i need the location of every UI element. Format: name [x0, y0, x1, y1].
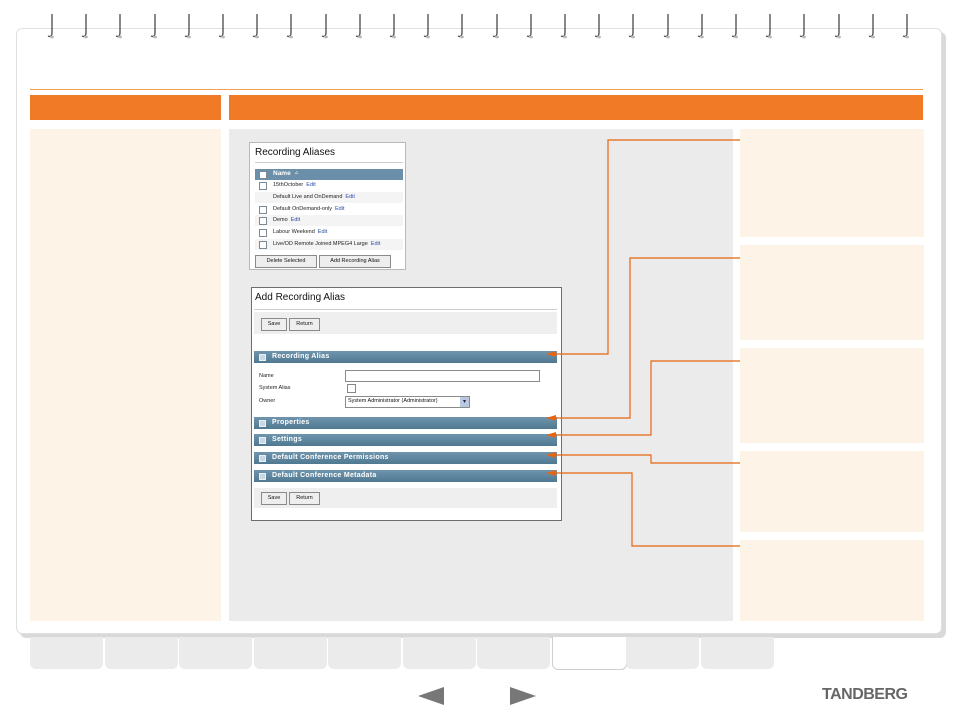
callout-lines [546, 139, 740, 547]
arrow-icon [546, 415, 556, 421]
arrow-icon [546, 351, 556, 357]
section-tab-5[interactable] [328, 637, 401, 669]
section-tab-2[interactable] [104, 637, 178, 669]
section-tab-4[interactable] [253, 637, 327, 669]
callout-line-1 [556, 139, 740, 355]
callout-line-3 [556, 360, 740, 436]
section-tab-7[interactable] [477, 637, 550, 669]
arrow-icon [546, 432, 556, 438]
callout-line-4 [556, 454, 740, 464]
next-page-arrow-icon[interactable] [510, 687, 536, 705]
section-tab-6[interactable] [402, 637, 476, 669]
tandberg-logo: TANDBERG [822, 686, 908, 703]
previous-page-arrow-icon[interactable] [418, 687, 444, 705]
section-tab-9[interactable] [626, 637, 699, 669]
callout-line-2 [556, 257, 740, 419]
section-tab-3[interactable] [179, 637, 252, 669]
section-tab-1[interactable] [30, 637, 103, 669]
arrow-icon [546, 470, 556, 476]
section-tab-10[interactable] [700, 637, 774, 669]
section-tab-8[interactable] [551, 637, 627, 670]
callout-line-5 [556, 472, 740, 547]
arrow-icon [546, 452, 556, 458]
